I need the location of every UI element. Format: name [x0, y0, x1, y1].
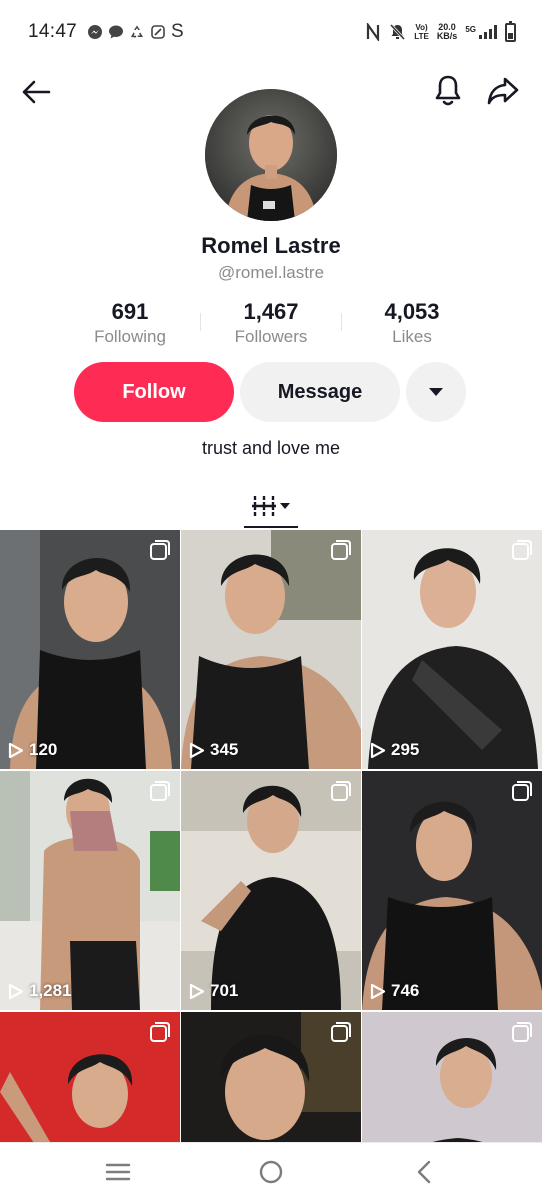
nfc-icon	[367, 23, 380, 41]
username[interactable]: @romel.lastre	[0, 263, 542, 283]
suggested-accounts-button[interactable]	[406, 362, 466, 422]
multi-photo-icon	[512, 540, 532, 560]
view-count: 1,281	[8, 981, 72, 1001]
home-circle-icon[interactable]	[258, 1159, 284, 1185]
view-count-value: 120	[29, 740, 58, 759]
status-right: Vo) LTE 20.0 KB/s 5G	[365, 20, 516, 42]
stat-value: 1,467	[243, 299, 299, 324]
video-tile[interactable]: 746	[362, 771, 542, 1010]
volte-indicator: Vo) LTE	[414, 23, 429, 41]
play-icon	[8, 742, 24, 758]
stat-value: 4,053	[384, 299, 440, 324]
bell-icon	[435, 75, 461, 106]
recycle-icon	[131, 25, 144, 38]
messenger-icon	[88, 25, 103, 39]
display-name: Romel Lastre	[201, 233, 341, 258]
sim-icon	[151, 25, 165, 39]
back-button[interactable]	[18, 74, 54, 110]
video-tile[interactable]: 1,281	[0, 771, 180, 1010]
tab-indicator	[244, 526, 298, 528]
stat-label: Likes	[392, 327, 432, 346]
video-thumbnail	[0, 530, 180, 769]
mute-bell-icon	[390, 23, 406, 41]
net-speed: 20.0 KB/s	[437, 23, 458, 41]
video-thumbnail	[181, 771, 361, 1010]
signal-group: 5G	[465, 25, 497, 39]
video-thumbnail	[181, 530, 361, 769]
video-tile[interactable]: 295	[362, 530, 542, 769]
multi-photo-icon	[512, 1022, 532, 1042]
view-count-value: 1,281	[29, 981, 72, 1000]
profile-avatar[interactable]	[205, 89, 337, 221]
battery-icon	[505, 20, 516, 42]
video-tile[interactable]	[0, 1012, 180, 1145]
stat-following[interactable]: 691 Following	[60, 297, 200, 351]
stat-followers[interactable]: 1,467 Followers	[201, 297, 341, 351]
view-count-value: 701	[210, 981, 239, 1000]
view-count: 120	[8, 740, 57, 760]
view-count-value: 345	[210, 740, 239, 759]
chat-bubble-icon	[109, 25, 124, 39]
share-arrow-icon	[487, 77, 519, 105]
play-icon	[8, 983, 24, 999]
multi-photo-icon	[331, 1022, 351, 1042]
play-icon	[189, 742, 205, 758]
multi-photo-icon	[150, 1022, 170, 1042]
view-count-value: 746	[391, 981, 420, 1000]
tab-videos[interactable]	[242, 484, 300, 528]
signal-icon	[479, 25, 497, 39]
net-speed-unit: KB/s	[436, 31, 458, 41]
view-count: 345	[189, 740, 238, 760]
carrier-letter: S	[171, 21, 184, 42]
video-thumbnail	[0, 771, 180, 1010]
follow-button[interactable]: Follow	[74, 362, 234, 422]
video-tile[interactable]: 701	[181, 771, 361, 1010]
volte-top: Vo)	[415, 23, 428, 32]
system-nav-bar	[0, 1142, 542, 1200]
video-tile[interactable]	[181, 1012, 361, 1145]
multi-photo-icon	[512, 781, 532, 801]
multi-photo-icon	[150, 540, 170, 560]
videos-grid-icon	[252, 496, 276, 516]
play-icon	[370, 983, 386, 999]
stat-label: Following	[94, 327, 166, 346]
multi-photo-icon	[331, 781, 351, 801]
view-count: 746	[370, 981, 419, 1001]
video-thumbnail	[362, 530, 542, 769]
video-tile[interactable]: 345	[181, 530, 361, 769]
stat-likes[interactable]: 4,053 Likes	[342, 297, 482, 351]
profile-stats: 691 Following 1,467 Followers 4,053 Like…	[60, 297, 482, 351]
view-count-value: 295	[391, 740, 420, 759]
volte-bottom: LTE	[414, 32, 429, 41]
share-button[interactable]	[484, 72, 522, 110]
view-count: 701	[189, 981, 238, 1001]
triangle-down-icon	[429, 388, 443, 396]
play-icon	[189, 983, 205, 999]
stat-value: 691	[111, 299, 149, 324]
avatar-photo	[205, 89, 337, 221]
play-icon	[370, 742, 386, 758]
status-time: 14:47	[28, 21, 78, 42]
status-bar: 14:47 S Vo) LTE 20.0 KB/s 5G	[0, 0, 542, 64]
video-tile[interactable]: 120	[0, 530, 180, 769]
message-button[interactable]: Message	[240, 362, 400, 422]
stat-label: Followers	[234, 327, 308, 346]
video-grid: 120 345 295 1,281 701 746	[0, 530, 542, 1145]
status-left: 14:47 S	[28, 21, 184, 43]
multi-photo-icon	[150, 781, 170, 801]
bio: trust and love me	[201, 438, 341, 458]
video-tile[interactable]	[362, 1012, 542, 1145]
chevron-down-icon	[280, 503, 290, 509]
view-count: 295	[370, 740, 419, 760]
network-type: 5G	[465, 25, 476, 34]
back-chevron-icon[interactable]	[412, 1159, 438, 1185]
notification-bell-button[interactable]	[430, 72, 466, 110]
video-thumbnail	[362, 771, 542, 1010]
notification-icons: S	[87, 21, 184, 43]
menu-icon[interactable]	[104, 1159, 132, 1185]
arrow-left-icon	[22, 80, 51, 104]
multi-photo-icon	[331, 540, 351, 560]
